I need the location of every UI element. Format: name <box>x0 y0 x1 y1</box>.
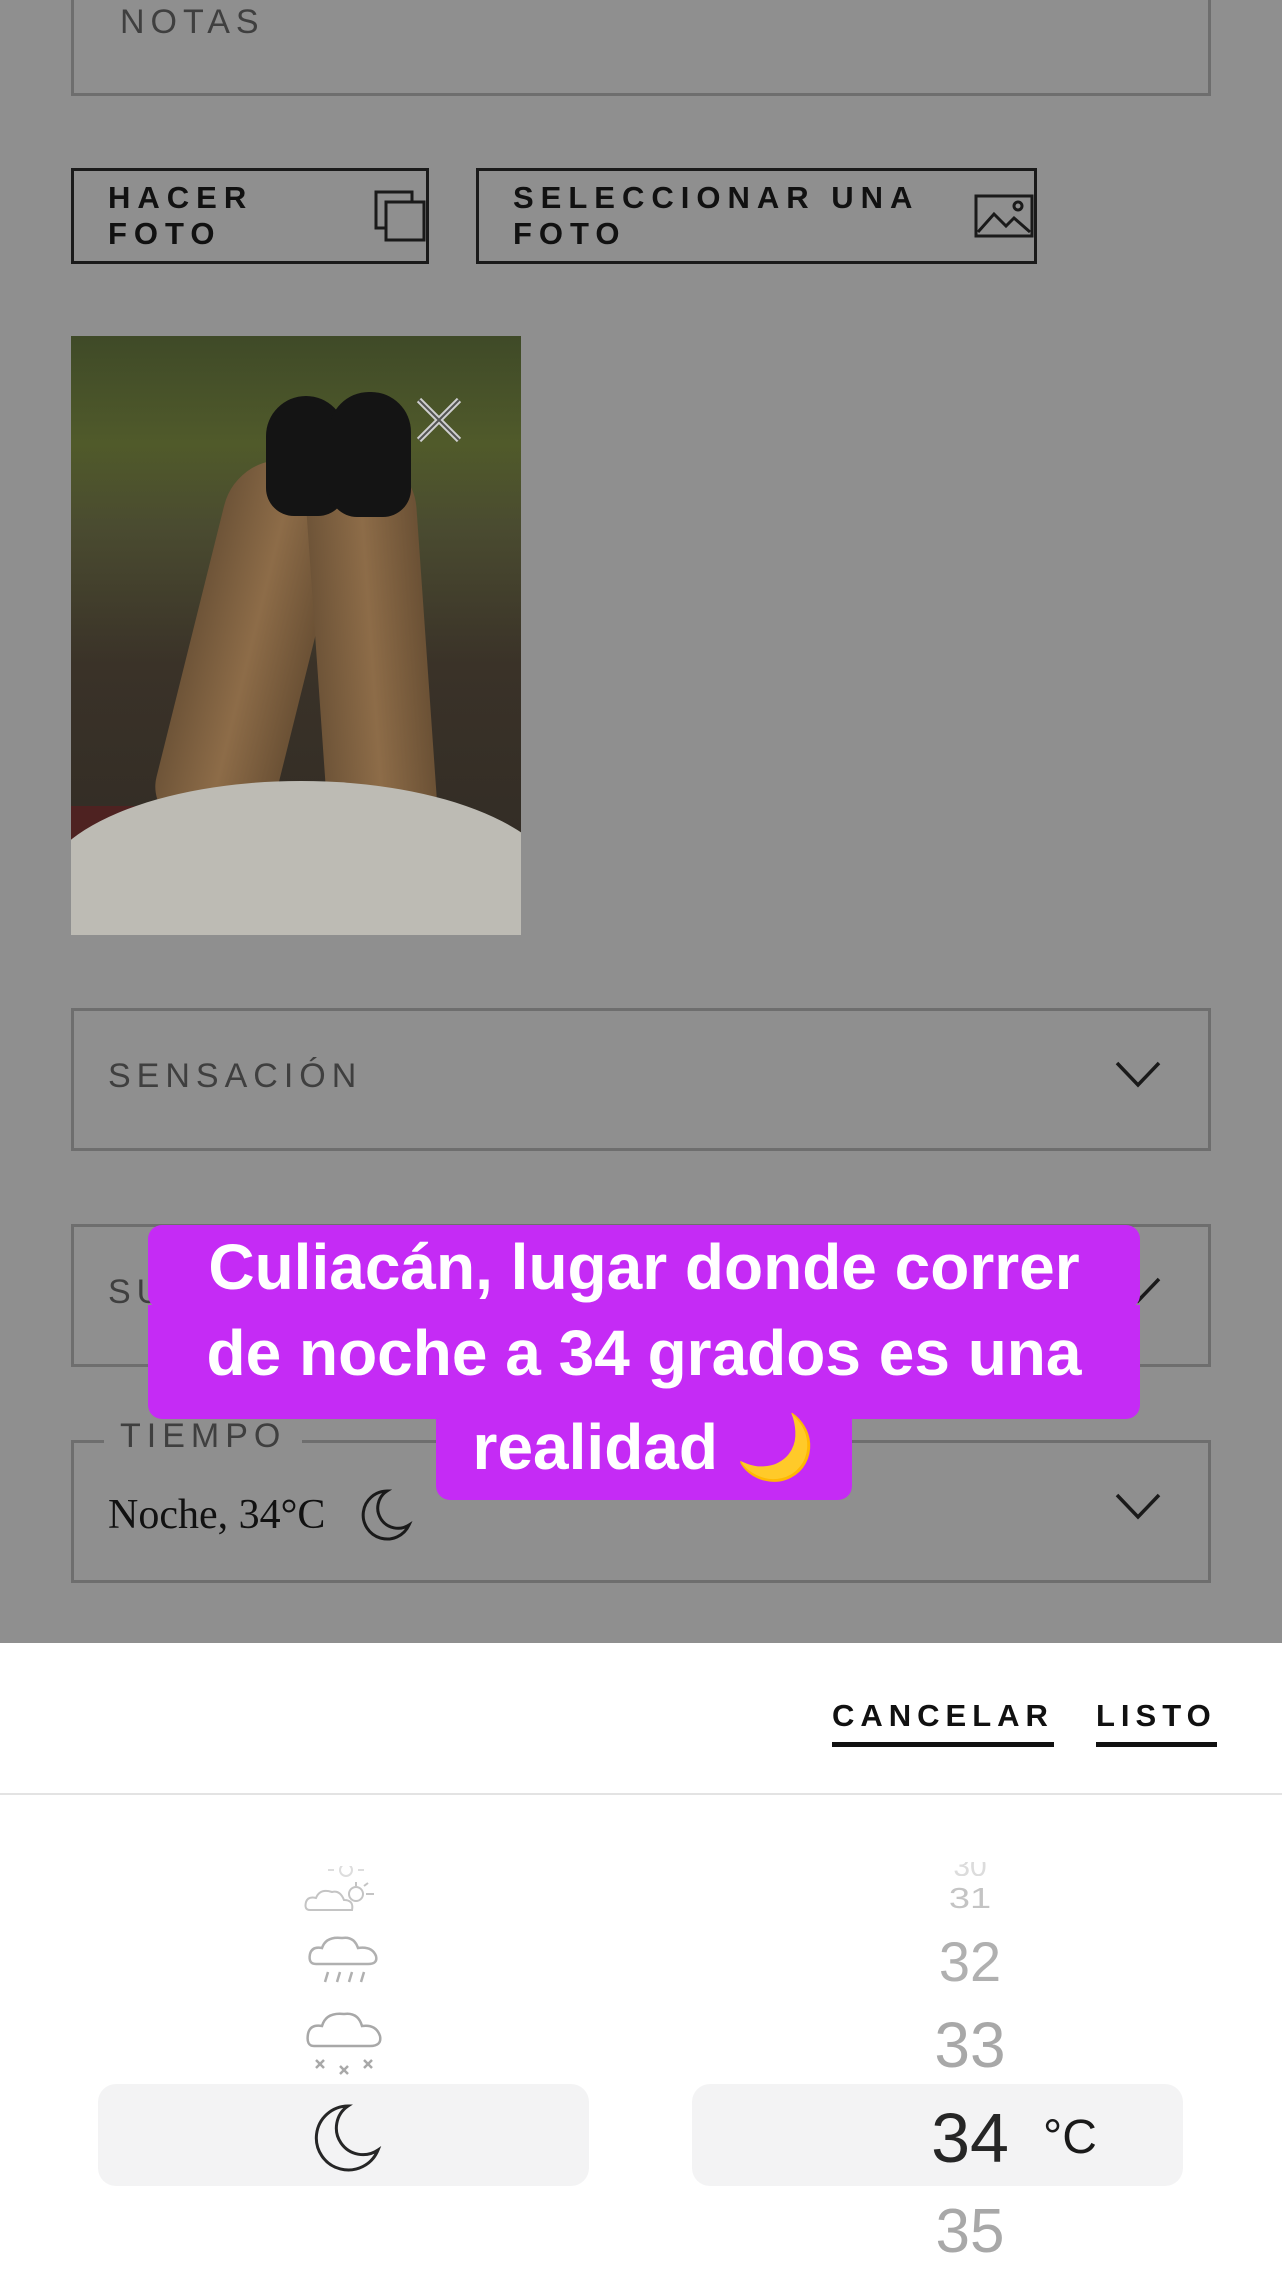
rain-icon[interactable] <box>306 1932 382 1988</box>
image-icon <box>974 194 1034 238</box>
sensation-label: SENSACIÓN <box>108 1057 363 1095</box>
temperature-option[interactable]: 35 <box>900 2196 1040 2267</box>
chevron-down-icon <box>1115 1061 1161 1088</box>
select-photo-label: SELECCIONAR UNA FOTO <box>513 180 919 251</box>
caption-line-2: de noche a 34 grados es una <box>148 1305 1140 1419</box>
picker-sheet: CANCELAR LISTO <box>0 1643 1282 2282</box>
photo-shoe-right <box>329 392 411 517</box>
moon-icon <box>362 1489 413 1541</box>
moon-icon[interactable] <box>306 2100 382 2176</box>
done-button[interactable]: LISTO <box>1096 1698 1217 1747</box>
snow-icon[interactable] <box>304 2006 384 2080</box>
temperature-option-selected[interactable]: 34 <box>900 2098 1040 2178</box>
caption-line-1: Culiacán, lugar donde correr <box>148 1225 1140 1309</box>
sensation-select[interactable]: SENSACIÓN <box>71 1008 1211 1151</box>
take-photo-label: HACER FOTO <box>108 180 254 251</box>
notes-field[interactable]: NOTAS <box>71 0 1211 96</box>
take-photo-button[interactable]: HACER FOTO <box>71 168 429 264</box>
weather-value: Noche, 34°C <box>108 1485 413 1545</box>
chevron-down-icon <box>1115 1493 1161 1520</box>
photo-shorts <box>71 781 521 935</box>
temperature-option[interactable]: 32 <box>900 1929 1040 1994</box>
temperature-option[interactable]: 30 <box>900 1862 1040 1876</box>
copy-photo-icon <box>374 190 426 242</box>
select-photo-button[interactable]: SELECCIONAR UNA FOTO <box>476 168 1037 264</box>
temperature-option[interactable]: 31 <box>900 1883 1040 1915</box>
notes-label: NOTAS <box>120 3 265 41</box>
temperature-unit: °C <box>1043 2111 1097 2164</box>
close-icon[interactable] <box>411 392 467 448</box>
caption-line-3: realidad 🌙 <box>436 1414 852 1500</box>
picker-toolbar: CANCELAR LISTO <box>0 1643 1282 1795</box>
weather-value-text: Noche, 34°C <box>108 1492 326 1538</box>
photo-thumbnail[interactable] <box>71 336 521 935</box>
partly-cloudy-sun-icon[interactable] <box>300 1880 390 1914</box>
cancel-button[interactable]: CANCELAR <box>832 1698 1054 1747</box>
weather-label: TIEMPO <box>104 1417 303 1456</box>
temperature-option[interactable]: 33 <box>900 2008 1040 2082</box>
